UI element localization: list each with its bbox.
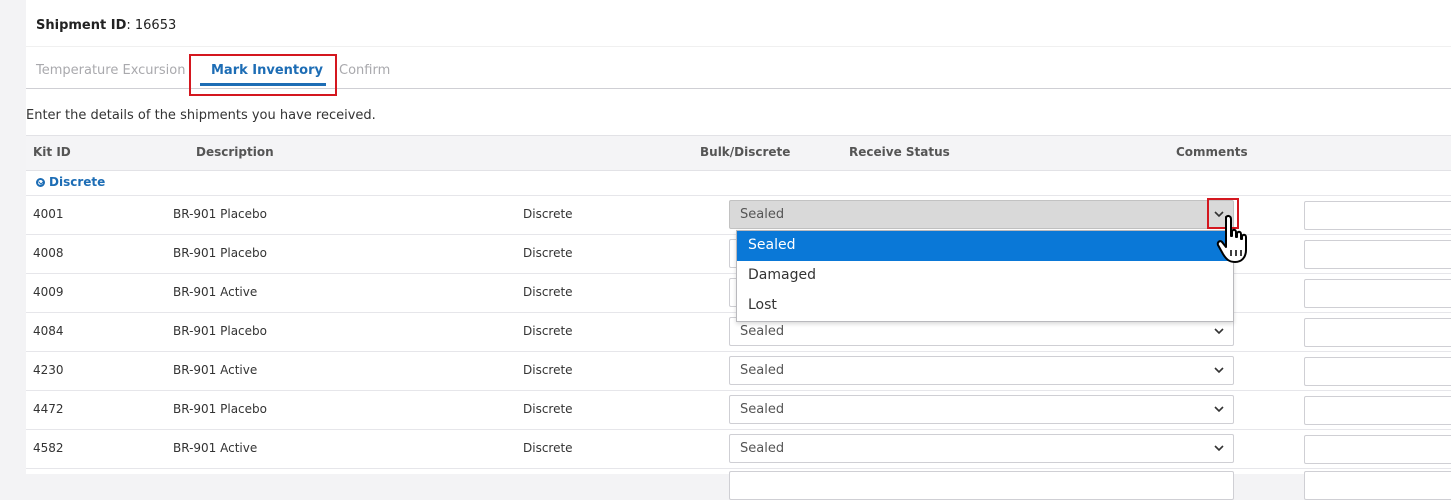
- type-cell: Discrete: [523, 402, 573, 416]
- comments-input[interactable]: [1304, 471, 1451, 500]
- chevron-down-icon: [1214, 406, 1224, 413]
- kit-id-cell: 4008: [33, 246, 64, 260]
- description-cell: BR-901 Placebo: [173, 207, 267, 221]
- shipment-id: Shipment ID: 16653: [36, 18, 176, 33]
- header-description[interactable]: Description: [196, 145, 274, 159]
- chevron-down-icon: [1214, 367, 1224, 374]
- tab-confirm[interactable]: Confirm: [337, 63, 391, 78]
- shipment-id-label: Shipment ID: [36, 18, 127, 33]
- type-cell: Discrete: [523, 441, 573, 455]
- table-row: [26, 469, 1451, 500]
- tab-bar: Temperature Excursion Confirm Mark Inven…: [26, 52, 1451, 96]
- chevron-down-icon: [1214, 445, 1224, 452]
- kit-id-cell: 4084: [33, 324, 64, 338]
- type-cell: Discrete: [523, 285, 573, 299]
- tab-temperature-excursion[interactable]: Temperature Excursion: [36, 63, 185, 78]
- option-label: Lost: [748, 297, 777, 313]
- comments-input[interactable]: [1304, 318, 1451, 347]
- header-comments[interactable]: Comments: [1176, 145, 1248, 159]
- description-cell: BR-901 Placebo: [173, 246, 267, 260]
- kit-id-cell: 4001: [33, 207, 64, 221]
- comments-input[interactable]: [1304, 201, 1451, 230]
- comments-input[interactable]: [1304, 279, 1451, 308]
- kit-id-cell: 4009: [33, 285, 64, 299]
- comments-input[interactable]: [1304, 240, 1451, 269]
- kit-id-cell: 4472: [33, 402, 64, 416]
- option-label: Sealed: [748, 237, 796, 253]
- comments-input[interactable]: [1304, 435, 1451, 464]
- shipment-header: Shipment ID: 16653: [26, 6, 1451, 47]
- header-receive-status[interactable]: Receive Status: [849, 145, 950, 159]
- instructions-text: Enter the details of the shipments you h…: [26, 108, 376, 123]
- comments-input[interactable]: [1304, 357, 1451, 386]
- table-row: 4230 BR-901 Active Discrete Sealed: [26, 352, 1451, 391]
- type-cell: Discrete: [523, 246, 573, 260]
- receive-status-value: Sealed: [740, 402, 785, 417]
- dropdown-option-sealed[interactable]: Sealed: [737, 231, 1233, 261]
- tab-highlight-box: [189, 54, 337, 96]
- group-row-discrete[interactable]: Discrete: [26, 170, 1451, 196]
- header-kit-id[interactable]: Kit ID: [33, 145, 71, 159]
- chevron-circle-down-icon: [36, 177, 45, 187]
- option-label: Damaged: [748, 267, 816, 283]
- kit-id-cell: 4230: [33, 363, 64, 377]
- receive-status-select[interactable]: Sealed: [729, 356, 1234, 385]
- chevron-down-icon: [1214, 328, 1224, 335]
- receive-status-select[interactable]: Sealed: [729, 200, 1234, 229]
- group-label[interactable]: Discrete: [36, 175, 105, 189]
- table-row: 4472 BR-901 Placebo Discrete Sealed: [26, 391, 1451, 430]
- dropdown-option-damaged[interactable]: Damaged: [737, 261, 1233, 291]
- receive-status-value: Sealed: [740, 324, 785, 339]
- dropdown-option-lost[interactable]: Lost: [737, 291, 1233, 321]
- description-cell: BR-901 Active: [173, 441, 258, 455]
- receive-status-select[interactable]: Sealed: [729, 395, 1234, 424]
- header-bulk-discrete[interactable]: Bulk/Discrete: [700, 145, 790, 159]
- description-cell: BR-901 Placebo: [173, 402, 267, 416]
- table-header: Kit ID Description Bulk/Discrete Receive…: [26, 135, 1451, 171]
- receive-status-value: Sealed: [740, 363, 785, 378]
- receive-status-select[interactable]: Sealed: [729, 434, 1234, 463]
- kit-id-cell: 4582: [33, 441, 64, 455]
- type-cell: Discrete: [523, 324, 573, 338]
- receive-status-value: Sealed: [740, 441, 785, 456]
- receive-status-select[interactable]: [729, 471, 1234, 500]
- type-cell: Discrete: [523, 363, 573, 377]
- table-row: 4582 BR-901 Active Discrete Sealed: [26, 430, 1451, 469]
- shipment-id-value: : 16653: [126, 18, 177, 33]
- group-name: Discrete: [49, 175, 106, 189]
- receive-status-dropdown-list: Sealed Damaged Lost: [736, 230, 1234, 322]
- description-cell: BR-901 Active: [173, 285, 258, 299]
- hand-pointer-icon: [1216, 214, 1247, 263]
- comments-input[interactable]: [1304, 396, 1451, 425]
- description-cell: BR-901 Placebo: [173, 324, 267, 338]
- type-cell: Discrete: [523, 207, 573, 221]
- receive-status-value: Sealed: [740, 207, 785, 222]
- description-cell: BR-901 Active: [173, 363, 258, 377]
